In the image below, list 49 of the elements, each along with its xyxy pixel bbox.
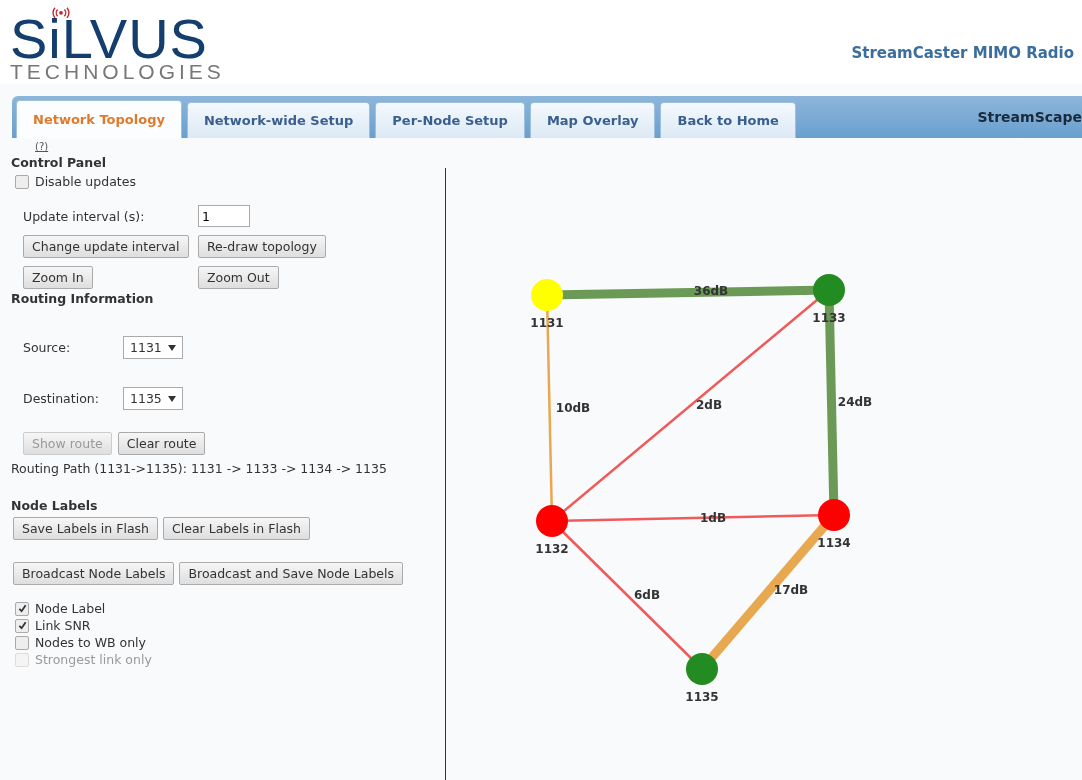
checkbox-label: Strongest link only (35, 652, 152, 667)
checkbox[interactable] (15, 174, 29, 189)
action-button[interactable]: Zoom In (23, 266, 93, 289)
checkbox[interactable] (15, 618, 29, 633)
action-button[interactable]: Clear route (117, 432, 206, 455)
checkbox-label: Node Label (35, 601, 106, 616)
tab[interactable]: Back to Home (660, 102, 796, 138)
link-label: 24dB (837, 395, 873, 409)
routing-path: Routing Path (1131->1135): 1131 -> 1133 -> 1134 -> 1135 (11, 461, 387, 476)
signal-icon (50, 6, 72, 18)
link-label: 17dB (773, 583, 809, 597)
app-title: StreamScape (977, 109, 1082, 125)
dropdown-arrow-icon (167, 395, 176, 402)
tab[interactable]: Per-Node Setup (375, 102, 525, 138)
source-dropdown[interactable]: 1131 (123, 336, 183, 359)
action-button[interactable]: Clear Labels in Flash (163, 517, 310, 540)
brand-logo: SiLVUS (10, 18, 208, 60)
node-label: 1134 (817, 536, 851, 550)
dropdown-arrow-icon (167, 344, 176, 351)
product-title: StreamCaster MIMO Radio (851, 44, 1074, 62)
node-label: 1135 (685, 690, 719, 704)
field-label: Update interval (s): (23, 208, 145, 224)
link-label: 6dB (633, 588, 661, 602)
node-label: 1132 (535, 542, 569, 556)
tab[interactable]: Network-wide Setup (186, 102, 371, 138)
checkbox[interactable] (15, 601, 29, 616)
section-title: Control Panel (11, 155, 107, 170)
interval-field[interactable]: 1 (198, 205, 250, 227)
field-label: Source: (23, 340, 71, 355)
action-button[interactable]: Zoom Out (198, 266, 279, 289)
section-title: Routing Information (11, 291, 155, 306)
link-label: 10dB (555, 401, 591, 415)
action-button[interactable]: Change update interval (23, 235, 189, 258)
checkbox-label: Disable updates (35, 174, 136, 189)
tab[interactable]: Map Overlay (529, 102, 656, 138)
help-link[interactable]: (?) (35, 141, 49, 152)
checkbox-label: Nodes to WB only (35, 635, 146, 650)
link-label: 2dB (695, 398, 723, 412)
section-title: Node Labels (11, 498, 99, 513)
checkbox[interactable] (15, 635, 29, 650)
action-button[interactable]: Broadcast Node Labels (13, 562, 175, 585)
destination-dropdown[interactable]: 1135 (123, 387, 183, 410)
action-button[interactable]: Broadcast and Save Node Labels (179, 562, 404, 585)
link-label: 36dB (693, 284, 729, 298)
field-label: Destination: (23, 391, 99, 406)
brand-subtitle: TECHNOLOGIES (10, 60, 225, 84)
checkbox-label: Link SNR (35, 618, 91, 633)
action-button[interactable]: Re-draw topology (198, 235, 326, 258)
action-button[interactable]: Save Labels in Flash (13, 517, 158, 540)
